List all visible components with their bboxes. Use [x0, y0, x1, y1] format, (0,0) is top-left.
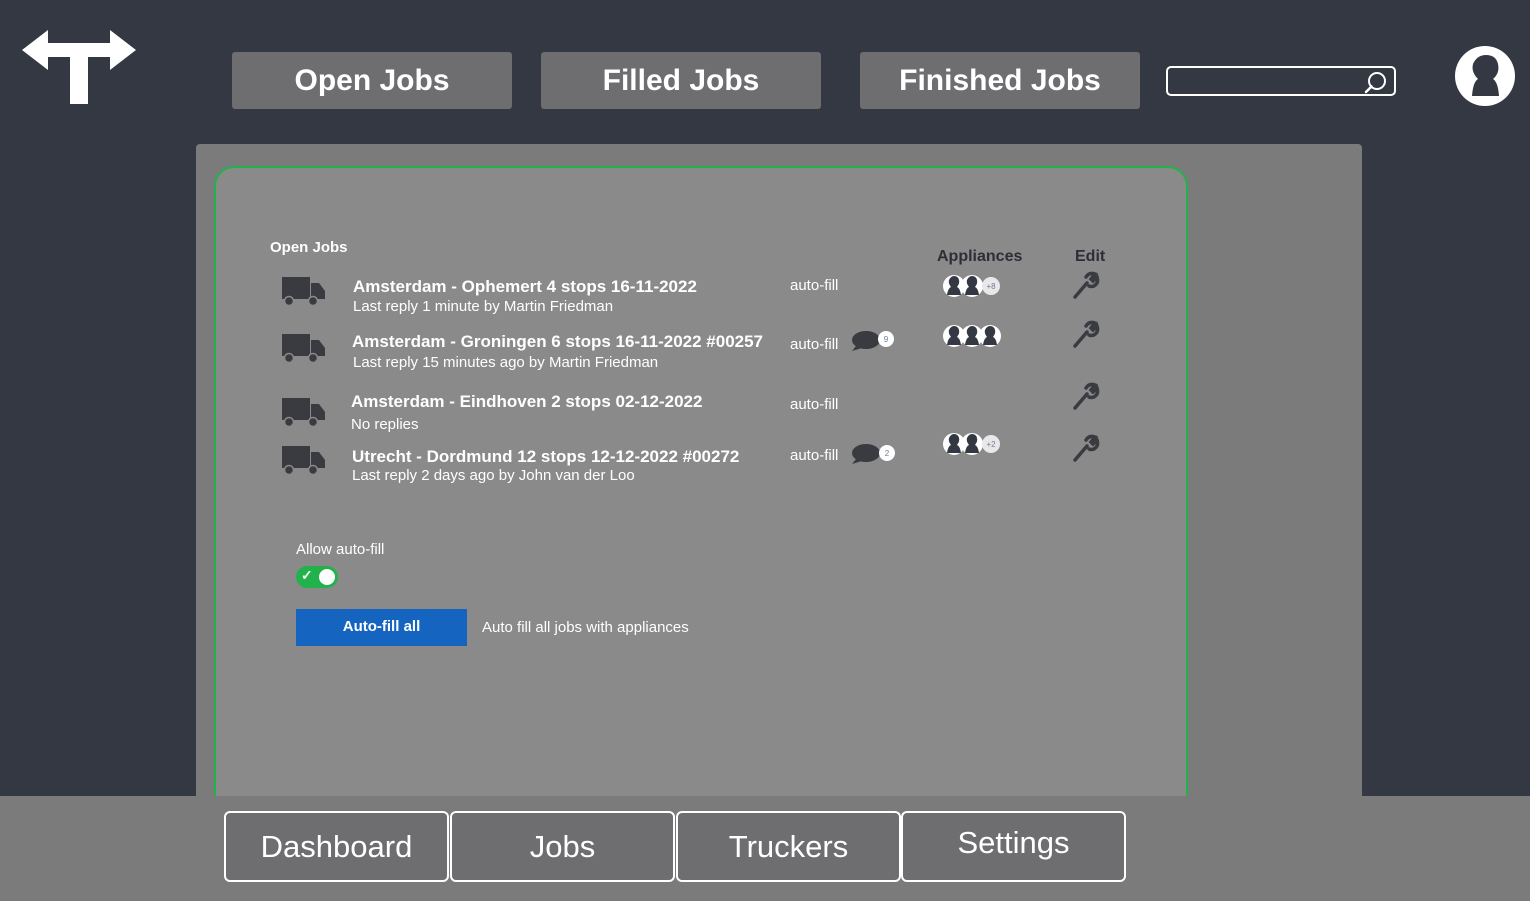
truck-icon	[282, 334, 325, 364]
search-input[interactable]	[1174, 70, 1358, 94]
chat-bubble-icon[interactable]: 9	[850, 328, 900, 352]
nav-jobs[interactable]: Jobs	[450, 811, 675, 882]
wrench-edit-icon[interactable]	[1072, 271, 1100, 299]
appliances-avatars-icon[interactable]	[940, 321, 1004, 351]
appliances-avatars-icon[interactable]: +2	[940, 429, 1004, 459]
search-icon[interactable]	[1364, 70, 1388, 94]
autofill-link[interactable]: auto-fill	[790, 447, 838, 464]
wrench-edit-icon[interactable]	[1072, 382, 1100, 410]
appliances-extra-count: +2	[986, 440, 996, 449]
job-last-reply: No replies	[351, 416, 419, 433]
toggle-knob	[319, 569, 335, 585]
job-title[interactable]: Amsterdam - Eindhoven 2 stops 02-12-2022	[351, 392, 702, 412]
autofill-link[interactable]: auto-fill	[790, 277, 838, 294]
nav-truckers[interactable]: Truckers	[676, 811, 901, 882]
job-title[interactable]: Amsterdam - Ophemert 4 stops 16-11-2022	[353, 277, 697, 297]
wrench-edit-icon[interactable]	[1072, 320, 1100, 348]
t-arrow-logo-icon	[22, 30, 136, 104]
appliances-avatars-icon[interactable]: +8	[940, 271, 1004, 301]
edit-column-header: Edit	[1075, 248, 1106, 265]
tab-finished-jobs[interactable]: Finished Jobs	[860, 52, 1140, 109]
autofill-link[interactable]: auto-fill	[790, 396, 838, 413]
chat-count: 2	[885, 449, 890, 458]
tab-filled-jobs[interactable]: Filled Jobs	[541, 52, 821, 109]
job-title[interactable]: Utrecht - Dordmund 12 stops 12-12-2022 #…	[352, 447, 739, 467]
job-last-reply: Last reply 15 minutes ago by Martin Frie…	[353, 354, 659, 371]
appliances-extra-count: +8	[986, 282, 996, 291]
tab-open-jobs[interactable]: Open Jobs	[232, 52, 512, 109]
open-jobs-card	[214, 166, 1188, 806]
allow-autofill-label: Allow auto-fill	[296, 541, 385, 558]
nav-dashboard[interactable]: Dashboard	[224, 811, 449, 882]
truck-icon	[282, 398, 325, 428]
user-avatar-icon[interactable]	[1455, 46, 1515, 106]
job-last-reply: Last reply 2 days ago by John van der Lo…	[352, 467, 635, 484]
section-title: Open Jobs	[270, 239, 348, 256]
search-box[interactable]	[1166, 66, 1396, 96]
allow-autofill-toggle[interactable]: ✓	[296, 566, 338, 588]
truck-icon	[282, 277, 325, 307]
nav-settings[interactable]: Settings	[901, 811, 1126, 882]
autofill-all-button[interactable]: Auto-fill all	[296, 609, 467, 646]
autofill-link[interactable]: auto-fill	[790, 336, 838, 353]
autofill-description: Auto fill all jobs with appliances	[482, 619, 689, 636]
truck-icon	[282, 446, 325, 476]
job-last-reply: Last reply 1 minute by Martin Friedman	[353, 298, 614, 315]
job-title[interactable]: Amsterdam - Groningen 6 stops 16-11-2022…	[352, 332, 763, 352]
appliances-column-header: Appliances	[937, 248, 1023, 265]
chat-count: 9	[884, 335, 889, 344]
chat-bubble-icon[interactable]: 2	[850, 441, 900, 465]
wrench-edit-icon[interactable]	[1072, 434, 1100, 462]
checkmark-icon: ✓	[301, 567, 313, 583]
